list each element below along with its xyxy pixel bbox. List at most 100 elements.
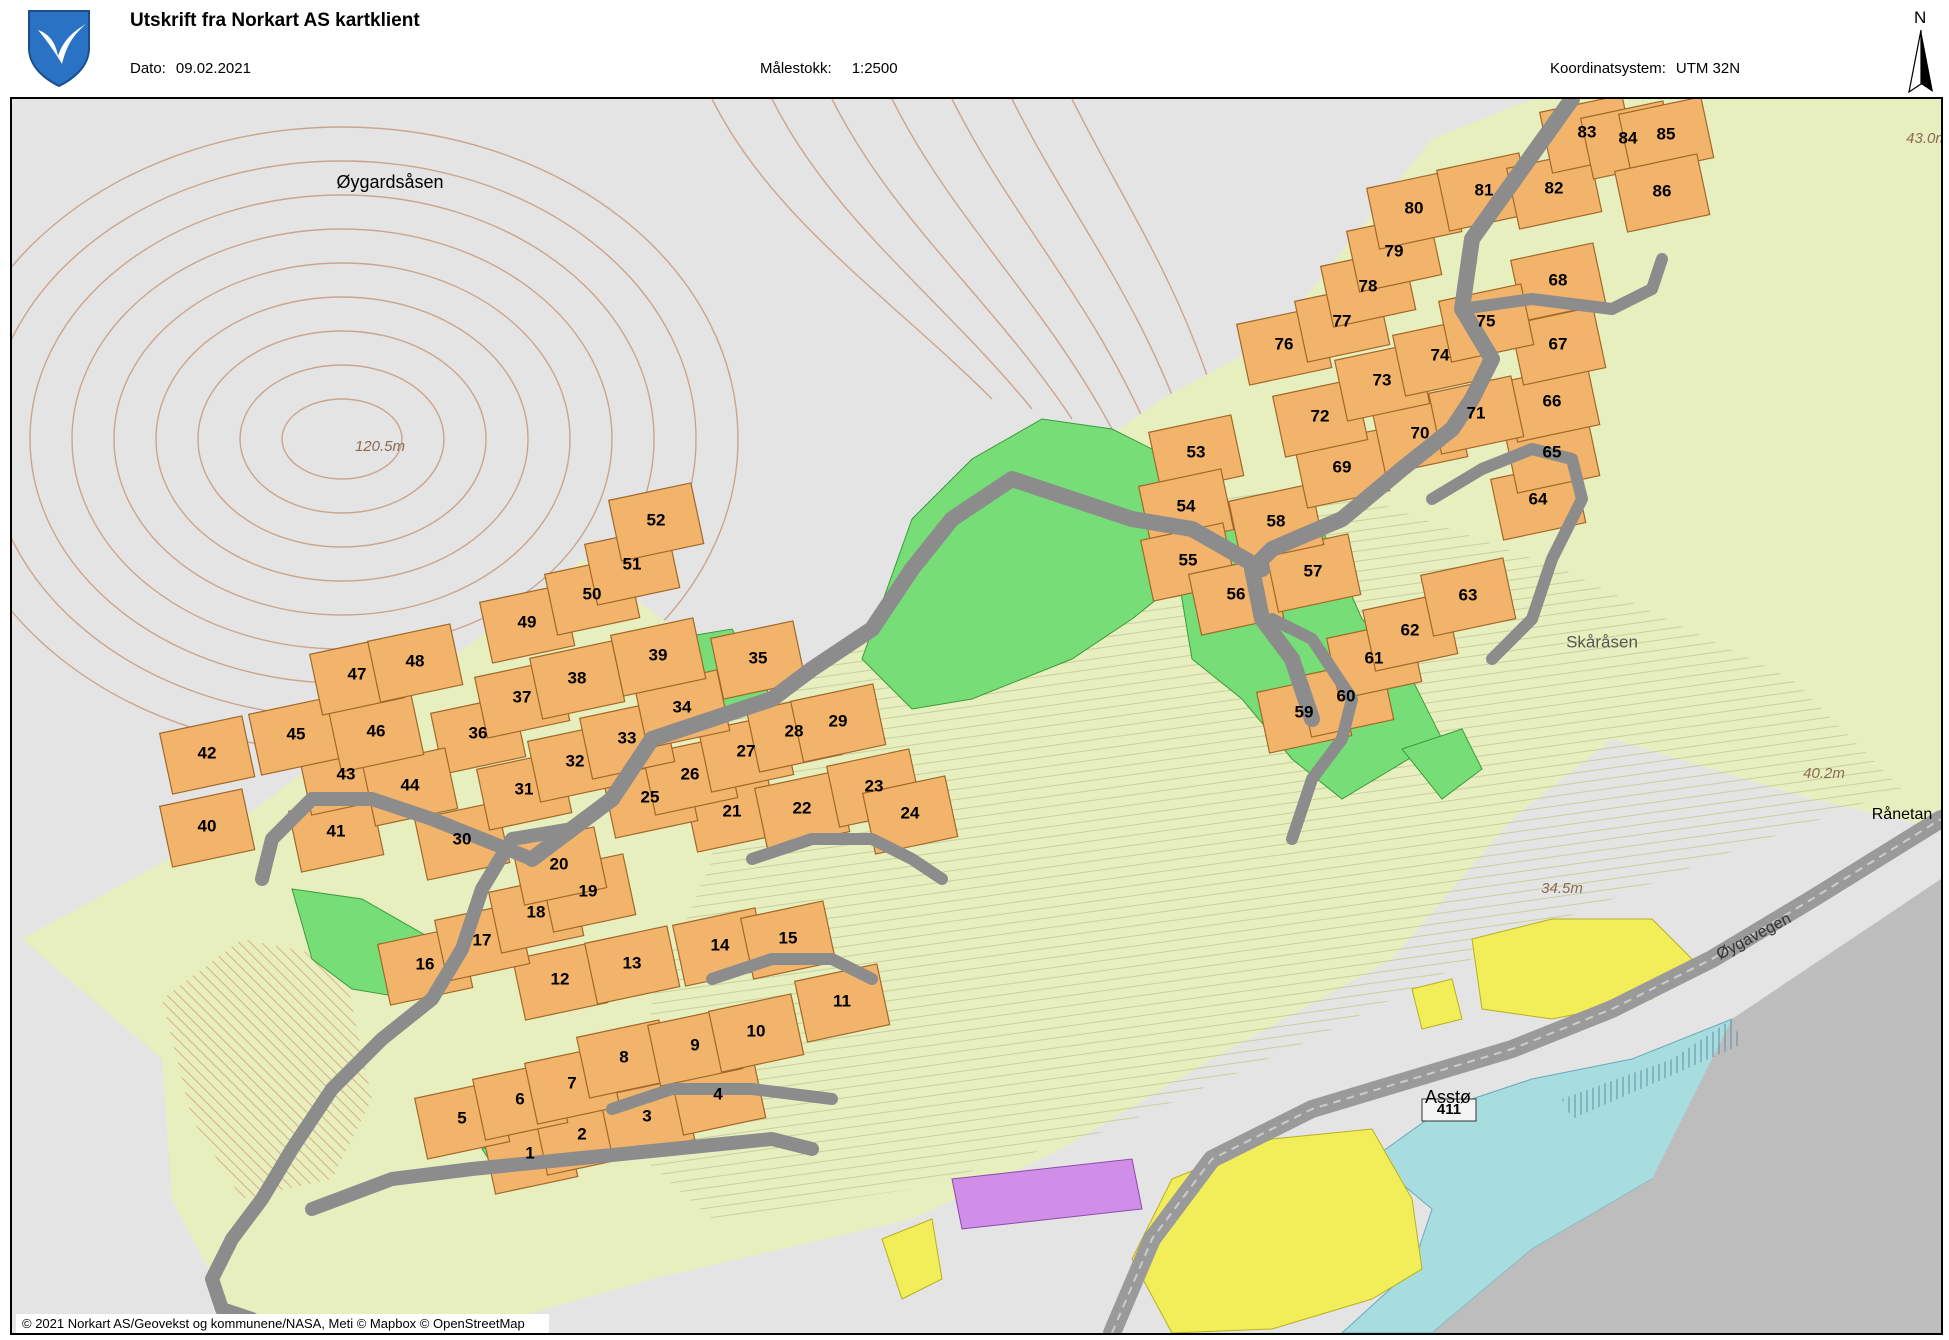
plot-number-label[interactable]: 75 [1477,311,1496,330]
plot-number-label[interactable]: 56 [1227,584,1246,603]
plot-number-label[interactable]: 53 [1187,442,1206,461]
plot-number-label[interactable]: 61 [1365,648,1384,667]
print-title: Utskrift fra Norkart AS kartklient [130,10,420,31]
plot-number-label[interactable]: 50 [583,584,602,603]
plot-number-label[interactable]: 17 [473,930,492,949]
north-label: N [1914,8,1927,27]
plot-number-label[interactable]: 38 [568,668,587,687]
plot-number-label[interactable]: 3 [642,1106,651,1125]
plot-number-label[interactable]: 20 [550,854,569,873]
plot-number-label[interactable]: 33 [618,728,637,747]
plot-number-label[interactable]: 43 [337,764,356,783]
plot-number-label[interactable]: 64 [1529,489,1548,508]
map-view[interactable]: 1 2 3 4 5 6 7 8 9 10 11 12 13 14 15 16 17 18 19 20 21 22 23 24 2… [10,97,1943,1335]
plot-number-label[interactable]: 2 [577,1124,586,1143]
plot-number-label[interactable]: 37 [513,687,532,706]
plot-number-label[interactable]: 79 [1385,241,1404,260]
plot-number-label[interactable]: 41 [327,821,346,840]
plot-number-label[interactable]: 81 [1475,180,1494,199]
plot-number-label[interactable]: 21 [723,801,742,820]
plot-number-label[interactable]: 31 [515,779,534,798]
plot-number-label[interactable]: 73 [1373,370,1392,389]
plot-number-label[interactable]: 62 [1401,620,1420,639]
plot-number-label[interactable]: 1 [525,1143,534,1162]
plot-number-label[interactable]: 77 [1333,311,1352,330]
print-header: Utskrift fra Norkart AS kartklient Dato:… [0,0,1949,96]
plot-number-label[interactable]: 30 [453,829,472,848]
plot-number-label[interactable]: 67 [1549,334,1568,353]
plot-number-label[interactable]: 14 [711,935,730,954]
plot-number-label[interactable]: 71 [1467,403,1486,422]
plot-number-label[interactable]: 11 [833,991,851,1010]
plot-number-label[interactable]: 36 [469,723,488,742]
plot-number-label[interactable]: 15 [779,928,798,947]
plot-number-label[interactable]: 74 [1431,345,1450,364]
plot-number-label[interactable]: 68 [1549,270,1568,289]
plot-number-label[interactable]: 34 [673,697,692,716]
plot-number-label[interactable]: 6 [515,1089,524,1108]
plot-number-label[interactable]: 29 [829,711,848,730]
plot-number-label[interactable]: 55 [1179,550,1198,569]
plot-number-label[interactable]: 52 [647,510,666,529]
plot-number-label[interactable]: 32 [566,751,585,770]
plot-number-label[interactable]: 44 [401,775,420,794]
plot-number-label[interactable]: 78 [1359,276,1378,295]
plot-number-label[interactable]: 83 [1578,122,1597,141]
plot-number-label[interactable]: 4 [713,1084,723,1103]
plot-number-label[interactable]: 59 [1295,702,1314,721]
plot-number-label[interactable]: 76 [1275,334,1294,353]
north-arrow: N [1906,8,1936,94]
plot-number-label[interactable]: 80 [1405,198,1424,217]
plot-number-label[interactable]: 23 [865,776,884,795]
plot-number-label[interactable]: 27 [737,741,756,760]
plot-number-label[interactable]: 60 [1337,686,1356,705]
plot-number-label[interactable]: 39 [649,645,668,664]
plot-number-label[interactable]: 24 [901,803,920,822]
elevation-label: 34.5m [1541,880,1583,897]
plot-number-label[interactable]: 57 [1304,561,1323,580]
plot-number-label[interactable]: 70 [1411,423,1430,442]
plot-number-label[interactable]: 47 [348,664,367,683]
plot-number-label[interactable]: 9 [690,1035,699,1054]
place-name-label: Skåråsen [1566,632,1638,651]
plot-number-label[interactable]: 66 [1543,391,1562,410]
plot-number-label[interactable]: 35 [749,648,768,667]
scale-value: 1:2500 [851,60,898,77]
plot-number-label[interactable]: 40 [198,816,217,835]
plot-number-label[interactable]: 45 [287,724,306,743]
plot-number-label[interactable]: 18 [527,902,546,921]
plot-number-label[interactable]: 10 [747,1021,766,1040]
elevation-label: 43.0m [1906,130,1941,147]
place-name-label: Øygardsåsen [336,172,443,192]
plot-number-label[interactable]: 63 [1459,585,1478,604]
plot-number-label[interactable]: 48 [406,651,425,670]
plot-number-label[interactable]: 58 [1267,511,1286,530]
plot-number-label[interactable]: 46 [367,721,386,740]
plot-number-label[interactable]: 54 [1177,496,1196,515]
plot-number-label[interactable]: 7 [567,1073,576,1092]
crs-value: UTM 32N [1675,60,1741,77]
plot-number-label[interactable]: 69 [1333,457,1352,476]
plot-number-label[interactable]: 13 [623,953,642,972]
plot-number-label[interactable]: 19 [579,881,598,900]
plot-number-label[interactable]: 8 [619,1047,628,1066]
plot-number-label[interactable]: 85 [1657,124,1676,143]
plot-number-label[interactable]: 51 [623,554,642,573]
plot-number-label[interactable]: 25 [641,787,660,806]
plot-number-label[interactable]: 22 [793,798,812,817]
plot-number-label[interactable]: 72 [1311,406,1330,425]
map-canvas[interactable]: 1234567891011121314 15161718192021 2223242… [12,99,1941,1333]
plot-number-label[interactable]: 84 [1619,128,1638,147]
plot-number-label[interactable]: 42 [198,743,217,762]
plot-number-label[interactable]: 86 [1653,181,1672,200]
plot-number-label[interactable]: 82 [1545,178,1564,197]
plot-number-label[interactable]: 16 [416,954,435,973]
plot-number-label[interactable]: 49 [518,612,537,631]
scale-field: Målestokk: 1:2500 [760,60,898,77]
plot-number-label[interactable]: 65 [1543,442,1562,461]
plot-number-label[interactable]: 26 [681,764,700,783]
date-field: Dato: 09.02.2021 [130,60,251,77]
plot-number-label[interactable]: 28 [785,721,804,740]
plot-number-label[interactable]: 5 [457,1108,466,1127]
plot-number-label[interactable]: 12 [551,969,570,988]
